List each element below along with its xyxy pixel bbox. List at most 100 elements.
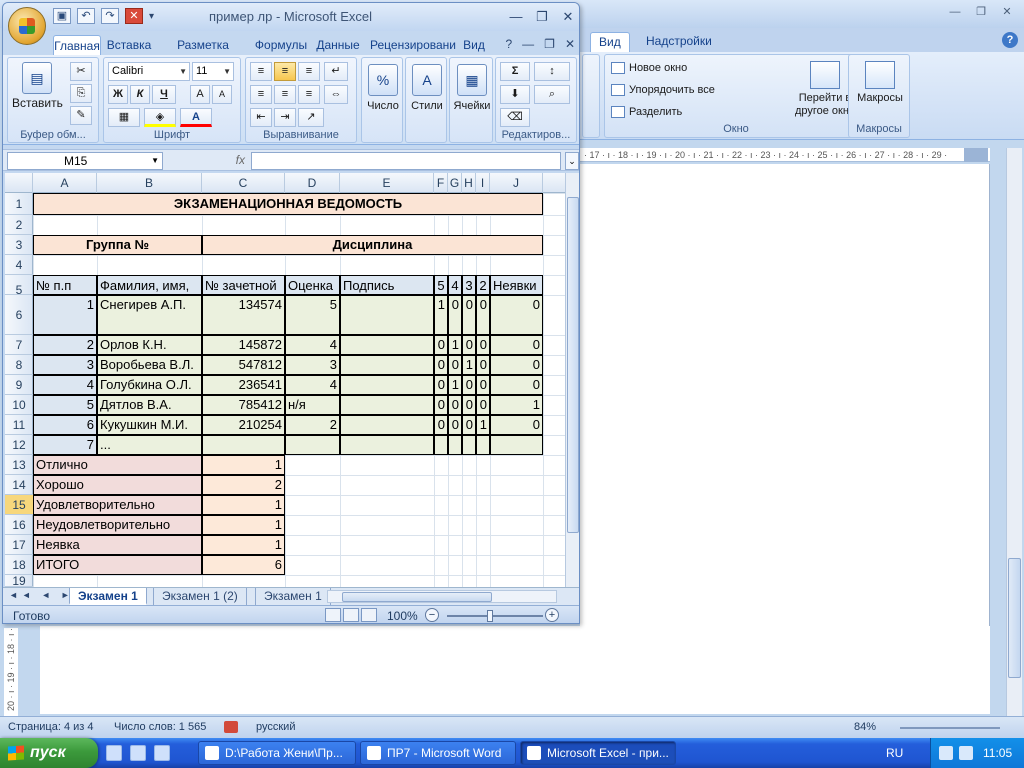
student-number-cell[interactable]: 3 <box>33 355 97 375</box>
task-folder[interactable]: D:\Работа Жени\Пр... <box>198 741 356 765</box>
header-cell[interactable]: 3 <box>462 275 476 295</box>
document-page-lower[interactable] <box>40 626 990 714</box>
shrink-font-button[interactable]: A <box>212 85 232 104</box>
word-zoom-slider[interactable] <box>900 727 1000 729</box>
tray-app-icon[interactable] <box>939 746 953 760</box>
scroll-thumb[interactable] <box>342 592 492 602</box>
header-cell[interactable]: Подписьэкзаменатора <box>340 275 434 295</box>
tab-view[interactable]: Вид <box>461 35 487 55</box>
summary-label-cell[interactable]: ИТОГО <box>33 555 202 575</box>
task-word[interactable]: ПР7 - Microsoft Word <box>360 741 516 765</box>
discipline-label-cell[interactable]: Дисциплина <box>202 235 543 255</box>
increase-indent-icon[interactable]: ⇥ <box>274 108 296 127</box>
format-painter-icon[interactable]: ✎ <box>70 106 92 125</box>
autosum-button[interactable]: Σ <box>500 62 530 81</box>
grade-count-cell[interactable] <box>448 435 462 455</box>
tab-page-layout[interactable]: Разметка страни <box>157 35 249 66</box>
tab-data[interactable]: Данные <box>313 35 363 55</box>
group-label-cell[interactable]: Группа № <box>33 235 202 255</box>
chevron-down-icon[interactable]: ▼ <box>151 153 159 169</box>
tab-home[interactable]: Главная <box>53 35 101 55</box>
office-button[interactable] <box>8 7 46 45</box>
sheet-tab-active[interactable]: Экзамен 1 <box>69 588 147 605</box>
summary-value-cell[interactable]: 2 <box>202 475 285 495</box>
scroll-thumb[interactable] <box>1008 558 1021 678</box>
help-icon[interactable]: ? <box>1002 32 1018 48</box>
grade-count-cell[interactable]: 1 <box>476 415 490 435</box>
grade-count-cell[interactable]: 0 <box>462 375 476 395</box>
sheet-tab[interactable]: Экзамен 1 (2) <box>153 588 247 605</box>
language-indicator[interactable]: русский <box>256 721 295 733</box>
student-name-cell[interactable]: Воробьева В.Л. <box>97 355 202 375</box>
paste-button[interactable]: ▤ Вставить <box>12 62 63 110</box>
word-zoom-level[interactable]: 84% <box>854 721 876 733</box>
show-desktop-icon[interactable] <box>106 745 122 761</box>
student-number-cell[interactable]: 7 <box>33 435 97 455</box>
tab-formulas[interactable]: Формулы <box>253 35 309 55</box>
grade-cell[interactable]: 2 <box>285 415 340 435</box>
student-name-cell[interactable]: ... <box>97 435 202 455</box>
record-book-cell[interactable]: 547812 <box>202 355 285 375</box>
absent-count-cell[interactable]: 0 <box>490 355 543 375</box>
record-book-cell[interactable]: 145872 <box>202 335 285 355</box>
signature-cell[interactable] <box>340 355 434 375</box>
absent-count-cell[interactable]: 1 <box>490 395 543 415</box>
internet-explorer-icon[interactable] <box>154 745 170 761</box>
summary-label-cell[interactable]: Неудовлетворительно <box>33 515 202 535</box>
grade-count-cell[interactable] <box>462 435 476 455</box>
task-excel[interactable]: Microsoft Excel - при... <box>520 741 676 765</box>
record-book-cell[interactable]: 236541 <box>202 375 285 395</box>
media-player-icon[interactable] <box>130 745 146 761</box>
sort-filter-icon[interactable]: ↕ <box>534 62 570 81</box>
grade-count-cell[interactable]: 0 <box>476 395 490 415</box>
header-cell[interactable]: № зачетнойкнижки <box>202 275 285 295</box>
absent-count-cell[interactable]: 0 <box>490 415 543 435</box>
absent-count-cell[interactable]: 0 <box>490 375 543 395</box>
grade-count-cell[interactable] <box>476 435 490 455</box>
header-cell[interactable]: 5 <box>434 275 448 295</box>
tray-volume-icon[interactable] <box>959 746 973 760</box>
summary-value-cell[interactable]: 1 <box>202 495 285 515</box>
fill-icon[interactable]: ⬇ <box>500 85 530 104</box>
student-name-cell[interactable]: Голубкина О.Л. <box>97 375 202 395</box>
grade-count-cell[interactable]: 1 <box>434 295 448 335</box>
student-name-cell[interactable]: Кукушкин М.И. <box>97 415 202 435</box>
restore-icon[interactable]: ❐ <box>970 4 992 20</box>
underline-button[interactable]: Ч <box>152 85 176 104</box>
macros-button[interactable]: Макросы <box>851 61 909 105</box>
grade-count-cell[interactable]: 1 <box>462 355 476 375</box>
word-count[interactable]: Число слов: 1 565 <box>114 721 206 733</box>
signature-cell[interactable] <box>340 375 434 395</box>
fill-color-icon[interactable]: ◈ <box>144 108 176 127</box>
header-cell[interactable]: Фамилия, имя,отчество <box>97 275 202 295</box>
help-icon[interactable]: ? <box>505 37 512 51</box>
close-workbook-icon[interactable]: ✕ <box>125 8 143 24</box>
absent-count-cell[interactable]: 0 <box>490 295 543 335</box>
close-icon[interactable]: ✕ <box>561 9 575 25</box>
italic-button[interactable]: К <box>130 85 150 104</box>
grade-count-cell[interactable]: 0 <box>448 395 462 415</box>
undo-icon[interactable]: ↶ <box>77 8 95 24</box>
record-book-cell[interactable]: 210254 <box>202 415 285 435</box>
excel-horizontal-scrollbar[interactable] <box>327 590 557 603</box>
grade-count-cell[interactable]: 0 <box>434 395 448 415</box>
summary-value-cell[interactable]: 1 <box>202 515 285 535</box>
grow-font-button[interactable]: A <box>190 85 210 104</box>
zoom-in-icon[interactable]: + <box>545 608 559 622</box>
font-size-select[interactable]: 11 ▼ <box>192 62 234 81</box>
student-name-cell[interactable]: Дятлов В.А. <box>97 395 202 415</box>
grade-count-cell[interactable]: 0 <box>434 335 448 355</box>
language-bar[interactable]: RU <box>886 746 903 760</box>
summary-label-cell[interactable]: Неявка <box>33 535 202 555</box>
formula-input[interactable] <box>251 152 561 170</box>
signature-cell[interactable] <box>340 435 434 455</box>
student-number-cell[interactable]: 5 <box>33 395 97 415</box>
grade-count-cell[interactable]: 1 <box>448 335 462 355</box>
save-icon[interactable]: ▣ <box>53 8 71 24</box>
excel-vertical-scrollbar[interactable] <box>565 173 579 587</box>
page-layout-view-icon[interactable] <box>343 608 359 622</box>
header-cell[interactable]: 4 <box>448 275 462 295</box>
find-select-icon[interactable]: ⌕ <box>534 85 570 104</box>
zoom-slider[interactable] <box>447 615 543 617</box>
align-middle-icon[interactable]: ≡ <box>274 62 296 81</box>
